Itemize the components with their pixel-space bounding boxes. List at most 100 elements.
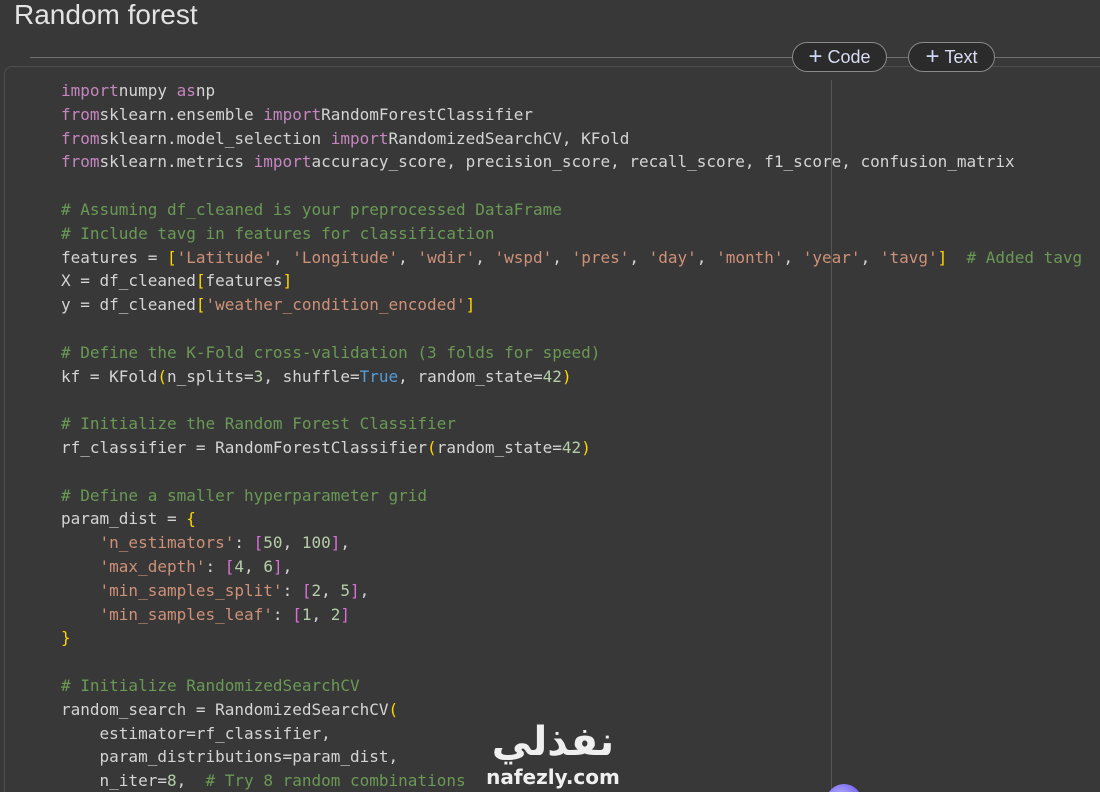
code-line[interactable]: 'n_estimators': [50, 100],: [61, 531, 1082, 555]
add-code-cell-button[interactable]: + Code: [792, 42, 887, 72]
code-token: True: [359, 366, 399, 386]
section-title: Random forest: [14, 0, 198, 30]
code-token: ,: [176, 771, 206, 791]
code-line[interactable]: # Include tavg in features for classific…: [61, 222, 1082, 246]
code-token: 50: [263, 533, 283, 553]
code-token: , random_state=: [398, 366, 543, 386]
plus-icon: +: [808, 43, 823, 70]
code-token: 100: [301, 533, 331, 553]
code-token: param_dist =: [61, 509, 187, 529]
add-text-cell-button[interactable]: + Text: [908, 42, 995, 72]
code-token: from: [61, 152, 100, 172]
code-line[interactable]: # Initialize the Random Forest Classifie…: [61, 412, 1082, 436]
code-token: 8: [166, 771, 177, 791]
code-token: # Assuming df_cleaned is your preprocess…: [61, 199, 562, 219]
code-line[interactable]: rf_classifier = RandomForestClassifier(r…: [61, 436, 1082, 460]
code-line[interactable]: [61, 388, 1082, 412]
code-token: rf_classifier = RandomForestClassifier: [61, 437, 428, 457]
code-token: estimator=rf_classifier,: [61, 723, 331, 743]
code-line[interactable]: fromsklearn.ensemble importRandomForestC…: [61, 103, 1082, 127]
code-editor[interactable]: importnumpy asnp fromsklearn.ensemble imp…: [61, 79, 1082, 792]
code-line[interactable]: # Initialize RandomizedSearchCV: [61, 674, 1082, 698]
code-line[interactable]: }: [61, 626, 1082, 650]
code-token: 42: [561, 437, 582, 457]
code-line[interactable]: param_dist = {: [61, 507, 1082, 531]
code-token: 5: [340, 580, 351, 600]
code-token: ,: [552, 247, 572, 267]
code-token: :: [234, 533, 254, 553]
code-token: accuracy_score, precision_score, recall_…: [311, 152, 1015, 172]
code-token: ,: [311, 604, 331, 624]
code-token: import: [263, 104, 322, 124]
code-token: (: [388, 699, 399, 719]
code-token: :: [272, 604, 293, 624]
code-token: ,: [359, 580, 370, 600]
code-token: ]: [282, 271, 293, 291]
code-line[interactable]: fromsklearn.metrics importaccuracy_score…: [61, 150, 1082, 174]
code-token: ,: [398, 247, 418, 267]
code-token: 'min_samples_leaf': [99, 604, 273, 624]
code-line[interactable]: importnumpy asnp: [61, 79, 1082, 103]
code-line[interactable]: fromsklearn.model_selection importRandom…: [61, 127, 1082, 151]
code-token: ,: [340, 533, 351, 553]
code-line[interactable]: X = df_cleaned[features]: [61, 269, 1082, 293]
code-line[interactable]: [61, 460, 1082, 484]
code-token: ): [581, 437, 591, 457]
code-line[interactable]: [61, 650, 1082, 674]
code-token: }: [61, 628, 71, 648]
code-token: (: [427, 437, 437, 457]
code-token: n_splits=: [166, 366, 254, 386]
code-line[interactable]: [61, 174, 1082, 198]
code-token: 'min_samples_split': [99, 580, 283, 600]
code-token: features =: [61, 247, 167, 267]
code-line[interactable]: [61, 317, 1082, 341]
code-token: as: [176, 81, 196, 100]
code-token: ]: [465, 295, 476, 315]
code-token: 'n_estimators': [99, 533, 235, 553]
code-token: sklearn.ensemble: [99, 104, 264, 124]
code-line[interactable]: 'max_depth': [4, 6],: [61, 555, 1082, 579]
code-line[interactable]: # Define a smaller hyperparameter grid: [61, 484, 1082, 508]
code-token: [: [195, 295, 206, 315]
code-line[interactable]: kf = KFold(n_splits=3, shuffle=True, ran…: [61, 365, 1082, 389]
code-token: 2: [311, 580, 322, 600]
code-token: [: [253, 533, 264, 553]
code-token: 'year': [802, 247, 861, 267]
code-token: RandomizedSearchCV, KFold: [388, 128, 630, 148]
code-token: 'pres': [571, 247, 630, 267]
code-token: random_state=: [436, 437, 562, 457]
code-line[interactable]: 'min_samples_leaf': [1, 2]: [61, 603, 1082, 627]
code-token: random_search = RandomizedSearchCV: [61, 699, 389, 719]
code-token: :: [282, 580, 302, 600]
code-token: :: [205, 556, 225, 576]
code-token: np: [195, 81, 216, 100]
code-token: {: [186, 509, 196, 529]
code-token: [: [292, 604, 302, 624]
code-line[interactable]: # Define the K-Fold cross-validation (3 …: [61, 341, 1082, 365]
code-token: sklearn.metrics: [99, 152, 254, 172]
code-token: ,: [696, 247, 717, 267]
code-token: # Added tavg: [966, 247, 1083, 267]
code-token: 'wspd': [494, 247, 553, 267]
code-line[interactable]: features = ['Latitude', 'Longitude', 'wd…: [61, 246, 1082, 270]
code-token: ]: [330, 533, 341, 553]
code-token: [: [195, 271, 206, 291]
code-token: import: [61, 81, 119, 100]
code-token: # Initialize RandomizedSearchCV: [61, 675, 360, 695]
add-text-label: Text: [944, 46, 978, 67]
code-token: # Define the K-Fold cross-validation (3 …: [61, 342, 601, 362]
code-line[interactable]: y = df_cleaned['weather_condition_encode…: [61, 293, 1082, 317]
code-line[interactable]: # Assuming df_cleaned is your preprocess…: [61, 198, 1082, 222]
code-token: # Try 8 random combinations: [205, 771, 466, 791]
code-token: 3: [253, 366, 264, 386]
code-token: ,: [244, 556, 264, 576]
code-token: [: [224, 556, 235, 576]
code-token: 2: [330, 604, 341, 624]
code-token: # Include tavg in features for classific…: [61, 223, 495, 243]
code-token: ]: [272, 556, 283, 576]
code-token: ): [561, 366, 572, 386]
code-line[interactable]: 'min_samples_split': [2, 5],: [61, 579, 1082, 603]
